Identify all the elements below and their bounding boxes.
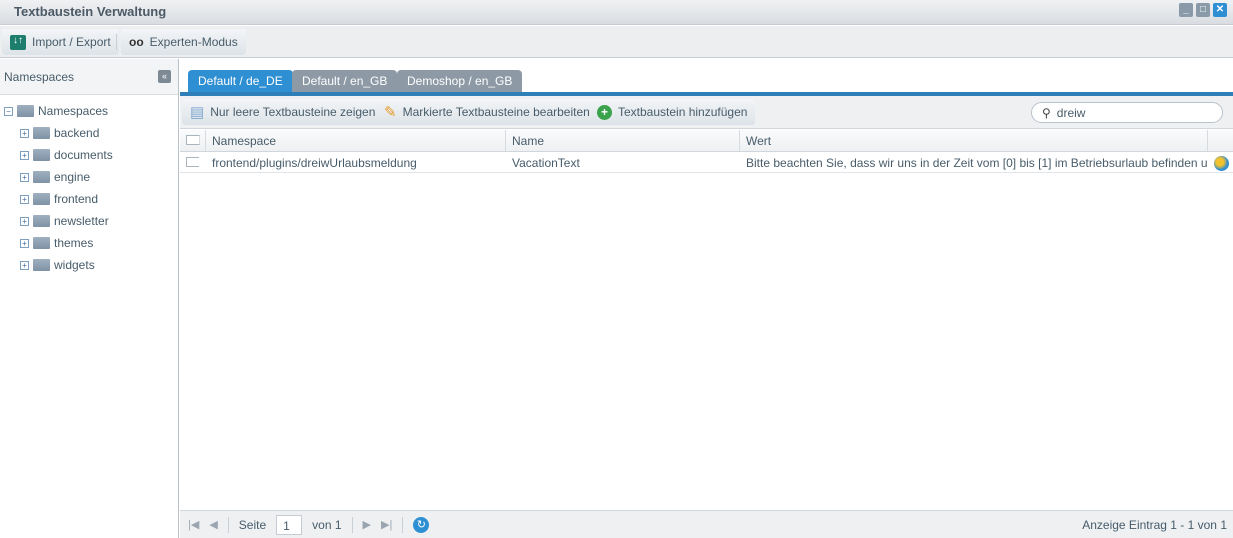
search-input[interactable]: ⚲ dreiw [1031,102,1223,123]
edit-marked-button[interactable]: ✎ Markierte Textbausteine bearbeiten [376,99,598,125]
tree-label: backend [54,126,100,140]
first-page-icon[interactable]: |◀ [188,518,199,531]
namespace-panel: Namespaces « − Namespaces + backend + docume… [0,59,179,538]
expand-icon[interactable]: + [20,150,29,160]
tree-label: widgets [54,258,95,272]
expert-mode-button[interactable]: oo Experten-Modus [121,29,246,55]
folder-icon [33,215,50,227]
folder-icon [33,149,50,161]
add-button[interactable]: + Textbaustein hinzufügen [589,99,756,125]
button-label: Nur leere Textbausteine zeigen [210,105,376,119]
table-row[interactable]: frontend/plugins/dreiwUrlaubsmeldung Vac… [180,152,1233,173]
grid-header: Namespace Name Wert [180,130,1233,152]
tree-label: themes [54,236,94,250]
column-name[interactable]: Name [506,130,740,151]
pagination-bar: |◀ ◀ Seite 1 von 1 ▶ ▶| ↻ Anzeige Eintra… [180,510,1233,538]
glasses-icon: oo [129,35,144,49]
tab-default-de-de[interactable]: Default / de_DE [188,70,293,92]
page-count: von 1 [312,517,342,532]
folder-icon [33,259,50,271]
import-export-icon: ↓↑ [10,34,26,50]
folder-icon [33,193,50,205]
row-checkbox[interactable] [180,152,206,172]
grid-toolbar: ▤ Nur leere Textbausteine zeigen ✎ Markier… [180,96,1233,129]
tab-demoshop-en-gb[interactable]: Demoshop / en_GB [397,70,523,92]
document-icon: ▤ [190,104,205,121]
page-label: Seite [238,517,267,532]
panel-title: Namespaces [4,70,75,84]
minimize-icon[interactable]: _ [1179,3,1193,17]
tree-item-engine[interactable]: + engine [20,168,90,186]
folder-open-icon [17,105,34,117]
folder-icon [33,171,50,183]
collapse-node-icon[interactable]: − [4,106,13,116]
expand-icon[interactable]: + [20,194,29,204]
import-export-button[interactable]: ↓↑ Import / Export [2,29,119,55]
folder-icon [33,127,50,139]
search-value: dreiw [1056,105,1086,120]
button-label: Textbaustein hinzufügen [618,105,748,119]
close-icon[interactable]: ✕ [1213,3,1227,17]
tree-item-themes[interactable]: + themes [20,234,93,252]
tree-label: engine [54,170,91,184]
column-namespace[interactable]: Namespace [206,130,506,151]
tree-item-newsletter[interactable]: + newsletter [20,212,109,230]
column-value[interactable]: Wert [740,130,1208,151]
pager-summary: Anzeige Eintrag 1 - 1 von 1 [1082,517,1227,532]
locale-tabs: Default / de_DE Default / en_GB Demoshop… [180,59,1233,96]
button-label: Markierte Textbausteine bearbeiten [402,105,590,119]
empty-only-button[interactable]: ▤ Nur leere Textbausteine zeigen [182,99,384,125]
expand-icon[interactable]: + [20,238,29,248]
tree-root[interactable]: − Namespaces [4,102,108,120]
expand-icon[interactable]: + [20,172,29,182]
window-titlebar: Textbaustein Verwaltung _ □ ✕ [0,0,1233,25]
main-toolbar: ↓↑ Import / Export oo Experten-Modus [0,26,1233,58]
tree-label: Namespaces [38,104,109,118]
select-all-checkbox[interactable] [180,130,206,151]
tree-item-widgets[interactable]: + widgets [20,256,95,274]
tree-item-documents[interactable]: + documents [20,146,113,164]
expand-icon[interactable]: + [20,128,29,138]
next-page-icon[interactable]: ▶ [363,518,371,531]
collapse-icon[interactable]: « [158,70,171,83]
import-export-label: Import / Export [32,35,111,49]
last-page-icon[interactable]: ▶| [381,518,392,531]
refresh-icon[interactable]: ↻ [413,516,430,533]
tree-item-frontend[interactable]: + frontend [20,190,98,208]
main-panel: Default / de_DE Default / en_GB Demoshop… [180,59,1233,538]
globe-icon[interactable] [1208,152,1233,172]
cell-value: Bitte beachten Sie, dass wir uns in der … [746,156,1208,170]
tree-label: documents [54,148,113,162]
cell-name: VacationText [512,156,580,170]
add-icon: + [597,104,612,120]
tree-label: newsletter [54,214,109,228]
divider [116,34,117,50]
tree-label: frontend [54,192,99,206]
folder-icon [33,237,50,249]
page-input[interactable]: 1 [276,514,303,535]
tab-default-en-gb[interactable]: Default / en_GB [292,70,398,92]
window-title: Textbaustein Verwaltung [14,4,167,19]
maximize-icon[interactable]: □ [1196,3,1210,17]
search-icon: ⚲ [1042,105,1051,120]
pencil-icon: ✎ [384,104,397,121]
tree-item-backend[interactable]: + backend [20,124,99,142]
cell-namespace: frontend/plugins/dreiwUrlaubsmeldung [212,156,417,170]
expand-icon[interactable]: + [20,216,29,226]
expert-mode-label: Experten-Modus [149,35,238,49]
column-actions [1208,130,1233,151]
prev-page-icon[interactable]: ◀ [209,518,217,531]
expand-icon[interactable]: + [20,260,29,270]
